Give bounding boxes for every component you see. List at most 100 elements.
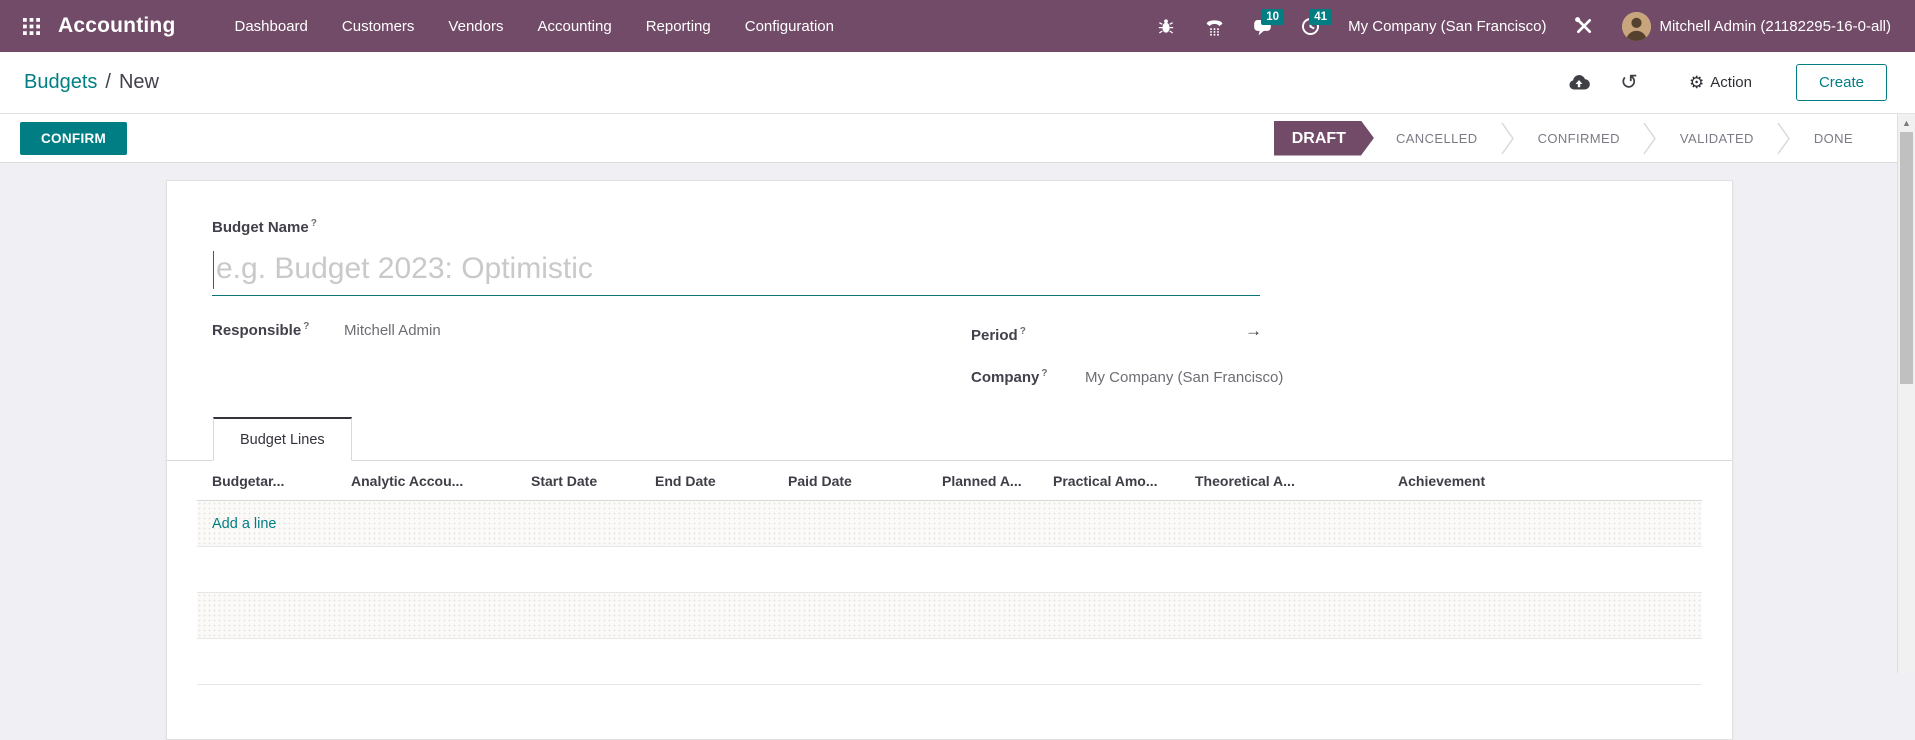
breadcrumb-current: New xyxy=(119,71,159,94)
action-menu-button[interactable]: ⚙ Action xyxy=(1677,67,1764,98)
bug-glyph xyxy=(1156,16,1176,36)
undo-glyph: ↺ xyxy=(1620,70,1638,95)
discard-undo-icon[interactable]: ↺ xyxy=(1611,66,1647,100)
company-switcher[interactable]: My Company (San Francisco) xyxy=(1338,10,1556,43)
col-start-date[interactable]: Start Date xyxy=(516,473,640,489)
empty-row xyxy=(197,593,1702,639)
budget-name-input[interactable] xyxy=(212,243,1260,295)
state-confirmed[interactable]: CONFIRMED xyxy=(1516,121,1642,156)
period-range-arrow-icon: → xyxy=(1245,321,1262,341)
budget-name-label: Budget Name? xyxy=(212,218,317,236)
create-button[interactable]: Create xyxy=(1796,64,1887,101)
messages-count-badge: 10 xyxy=(1261,9,1284,25)
budget-name-label-text: Budget Name xyxy=(212,219,309,236)
col-planned-amount[interactable]: Planned A... xyxy=(927,473,1038,489)
statusbar-steps: DRAFT CANCELLED CONFIRMED VALIDATED DONE xyxy=(1274,121,1875,156)
state-draft[interactable]: DRAFT xyxy=(1274,121,1374,156)
form-view-area: Budget Name? Responsible? Mitchell Admin… xyxy=(0,163,1897,673)
tools-glyph xyxy=(1572,14,1596,38)
company-value[interactable]: My Company (San Francisco) xyxy=(1085,369,1283,386)
notebook-tabs: Budget Lines xyxy=(167,417,1732,461)
responsible-field: Responsible? Mitchell Admin xyxy=(212,321,772,339)
avatar xyxy=(1622,12,1651,41)
col-budgetary-position[interactable]: Budgetar... xyxy=(197,473,336,489)
state-done[interactable]: DONE xyxy=(1792,121,1875,156)
bug-icon[interactable] xyxy=(1146,8,1186,44)
vertical-scrollbar: ▲ xyxy=(1897,114,1915,673)
form-statusbar: CONFIRM DRAFT CANCELLED CONFIRMED VALIDA… xyxy=(0,114,1897,163)
add-line-row: Add a line xyxy=(197,501,1702,547)
state-cancelled[interactable]: CANCELLED xyxy=(1374,121,1500,156)
save-cloud-icon[interactable] xyxy=(1561,66,1597,100)
apps-grid-icon[interactable] xyxy=(14,9,48,43)
voip-phone-icon[interactable] xyxy=(1194,8,1234,44)
menu-vendors[interactable]: Vendors xyxy=(431,9,520,44)
chevron-separator-icon xyxy=(1776,121,1792,156)
col-practical-amount[interactable]: Practical Amo... xyxy=(1038,473,1180,489)
main-menu: Dashboard Customers Vendors Accounting R… xyxy=(218,9,851,44)
scrollbar-up-arrow[interactable]: ▲ xyxy=(1898,114,1915,131)
period-label: Period? xyxy=(971,326,1085,344)
form-sheet: Budget Name? Responsible? Mitchell Admin… xyxy=(166,180,1733,740)
activities-clock-icon[interactable]: 41 xyxy=(1290,8,1330,44)
period-label-text: Period xyxy=(971,327,1018,344)
help-marker: ? xyxy=(1020,326,1026,337)
col-theoretical-amount[interactable]: Theoretical A... xyxy=(1180,473,1383,489)
budget-lines-table: Budgetar... Analytic Accou... Start Date… xyxy=(197,461,1702,685)
app-name[interactable]: Accounting xyxy=(58,14,176,38)
responsible-label: Responsible? xyxy=(212,321,344,339)
menu-accounting[interactable]: Accounting xyxy=(520,9,628,44)
responsible-value[interactable]: Mitchell Admin xyxy=(344,322,441,339)
period-end-input[interactable] xyxy=(1272,322,1422,340)
navbar-systray: 10 41 My Company (San Francisco) xyxy=(1146,4,1901,49)
top-navbar: Accounting Dashboard Customers Vendors A… xyxy=(0,0,1915,52)
col-achievement[interactable]: Achievement xyxy=(1383,473,1702,489)
field-group-left: Responsible? Mitchell Admin xyxy=(212,321,772,363)
menu-customers[interactable]: Customers xyxy=(325,9,432,44)
debug-tools-icon[interactable] xyxy=(1564,8,1604,44)
user-name: Mitchell Admin (21182295-16-0-all) xyxy=(1659,18,1891,35)
menu-dashboard[interactable]: Dashboard xyxy=(218,9,325,44)
text-cursor xyxy=(213,251,214,289)
breadcrumb-budgets-link[interactable]: Budgets xyxy=(24,71,97,94)
field-group-right: Period? → Company? My Company (San Franc… xyxy=(971,321,1611,410)
period-range: → xyxy=(1085,321,1422,341)
budget-name-input-wrap xyxy=(212,243,1260,296)
phone-glyph xyxy=(1204,16,1225,37)
menu-reporting[interactable]: Reporting xyxy=(629,9,728,44)
gear-icon: ⚙ xyxy=(1689,74,1704,91)
action-label: Action xyxy=(1710,74,1752,91)
messages-icon[interactable]: 10 xyxy=(1242,8,1282,44)
control-panel-buttons: ↺ ⚙ Action Create xyxy=(1561,64,1891,101)
menu-configuration[interactable]: Configuration xyxy=(728,9,851,44)
state-validated[interactable]: VALIDATED xyxy=(1658,121,1776,156)
confirm-button[interactable]: CONFIRM xyxy=(20,122,127,155)
empty-row xyxy=(197,547,1702,593)
help-marker: ? xyxy=(311,218,317,229)
col-paid-date[interactable]: Paid Date xyxy=(773,473,927,489)
user-menu[interactable]: Mitchell Admin (21182295-16-0-all) xyxy=(1612,4,1901,49)
company-field: Company? My Company (San Francisco) xyxy=(971,368,1611,386)
chevron-separator-icon xyxy=(1500,121,1516,156)
company-label-text: Company xyxy=(971,369,1039,386)
chevron-separator-icon xyxy=(1642,121,1658,156)
empty-row xyxy=(197,639,1702,685)
scrollbar-thumb[interactable] xyxy=(1900,132,1913,384)
breadcrumb-separator: / xyxy=(105,71,111,94)
help-marker: ? xyxy=(1041,368,1047,379)
cloud-upload-glyph xyxy=(1567,71,1591,95)
tab-budget-lines[interactable]: Budget Lines xyxy=(213,417,352,461)
control-panel: Budgets / New ↺ ⚙ Action Create xyxy=(0,52,1915,114)
col-end-date[interactable]: End Date xyxy=(640,473,773,489)
add-a-line-link[interactable]: Add a line xyxy=(197,501,277,547)
period-field: Period? → xyxy=(971,321,1611,344)
company-label: Company? xyxy=(971,368,1085,386)
help-marker: ? xyxy=(303,321,309,332)
breadcrumb: Budgets / New xyxy=(24,71,159,94)
activities-count-badge: 41 xyxy=(1309,9,1332,25)
period-start-input[interactable] xyxy=(1085,322,1235,340)
odoo-accounting-budget-new-page: { "colors": { "brand": "#714B67", "accen… xyxy=(0,0,1915,673)
responsible-label-text: Responsible xyxy=(212,322,301,339)
avatar-silhouette xyxy=(1622,12,1651,41)
col-analytic-account[interactable]: Analytic Accou... xyxy=(336,473,516,489)
